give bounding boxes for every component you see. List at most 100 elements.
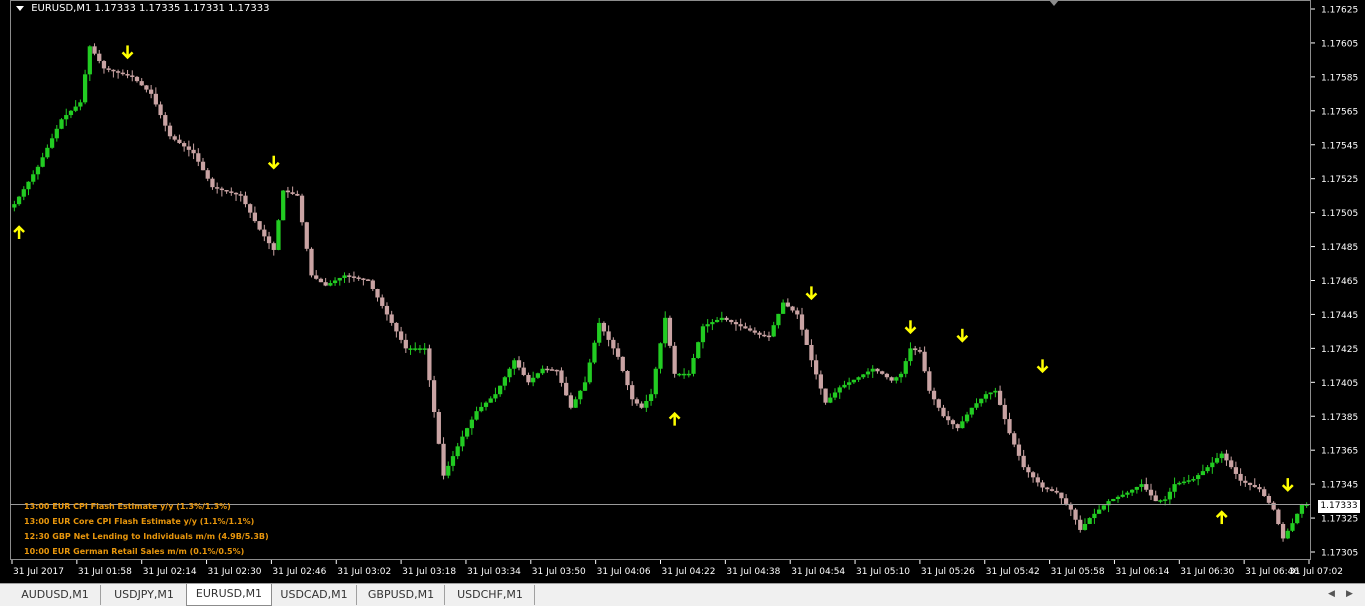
candle-body: [1063, 498, 1069, 504]
candle-body: [1200, 471, 1206, 476]
candle-body: [257, 221, 262, 230]
chart-window[interactable]: 1.17625 1.17605 1.17585 1.17565 1.17545 1.175…: [0, 0, 1365, 606]
tab-usdchf[interactable]: USDCHF,M1: [446, 585, 535, 605]
candle-body: [993, 390, 998, 393]
candle-body: [795, 310, 800, 315]
candle-body: [276, 220, 281, 250]
x-tick-label: 31 Jul 04:54: [791, 567, 845, 577]
y-tick-label: 1.17585: [1321, 73, 1358, 83]
candle-body: [781, 302, 786, 314]
candle-body: [49, 138, 55, 148]
candle-body: [1059, 492, 1064, 499]
candle-body: [144, 85, 149, 90]
candle-body: [823, 388, 828, 403]
candle-body: [365, 279, 371, 281]
candle-body: [724, 317, 729, 320]
candle-body: [431, 380, 437, 413]
candle-body: [318, 278, 324, 283]
candle-body: [578, 390, 583, 400]
candle-body: [611, 339, 616, 349]
candle-body: [757, 332, 762, 335]
candle-body: [243, 195, 248, 205]
candle-body: [658, 343, 663, 369]
candle-body: [328, 283, 333, 286]
candle-body: [210, 178, 215, 188]
candle-body: [309, 248, 314, 276]
candle-body: [115, 71, 121, 73]
candle-body: [573, 399, 578, 408]
candle-body: [186, 146, 191, 150]
candle-body: [733, 322, 739, 325]
candle-body: [1040, 482, 1045, 488]
dropdown-triangle-icon[interactable]: [16, 5, 24, 11]
candle-body: [427, 348, 432, 381]
tab-usdjpy[interactable]: USDJPY,M1: [102, 585, 187, 605]
candle-body: [931, 390, 937, 400]
candle-body: [818, 374, 823, 389]
tab-eurusd[interactable]: EURUSD,M1: [186, 584, 272, 606]
candle-body: [12, 204, 17, 208]
candle-body: [653, 368, 658, 395]
tab-usdcad[interactable]: USDCAD,M1: [272, 585, 357, 605]
candle-body: [861, 374, 866, 378]
candle-body: [705, 324, 710, 327]
candle-body: [1087, 518, 1092, 525]
candle-body: [894, 377, 899, 381]
candle-body: [1111, 498, 1116, 502]
candle-body: [92, 46, 97, 54]
candle-body: [59, 119, 64, 129]
candle-body: [917, 350, 923, 352]
candle-body: [582, 382, 588, 391]
candle-body: [153, 93, 158, 105]
scroll-left-icon[interactable]: ◀: [1328, 589, 1335, 599]
candle-body: [568, 395, 574, 408]
candle-body: [922, 351, 927, 372]
candle-body: [587, 362, 592, 383]
candle-body: [106, 68, 111, 70]
candle-body: [474, 411, 479, 420]
candle-body: [1148, 489, 1154, 496]
y-tick-label: 1.17405: [1321, 379, 1358, 389]
candle-body: [1054, 490, 1059, 493]
candle-body: [332, 280, 338, 284]
candle-body: [1299, 504, 1305, 514]
candle-body: [342, 275, 347, 278]
candle-body: [361, 278, 366, 280]
candle-body: [73, 106, 78, 111]
candle-body: [663, 317, 668, 344]
scroll-right-icon[interactable]: ▶: [1346, 589, 1353, 599]
candle-body: [851, 379, 856, 383]
candle-body: [182, 143, 187, 147]
candle-body: [271, 243, 276, 250]
candle-body: [983, 394, 989, 399]
y-tick-label: 1.17565: [1321, 107, 1358, 117]
candle-body: [979, 398, 984, 404]
candle-body: [1271, 502, 1276, 510]
candle-body: [672, 345, 677, 374]
price-chart[interactable]: 1.17625 1.17605 1.17585 1.17565 1.17545 1.175…: [0, 0, 1365, 583]
tab-gbpusd[interactable]: GBPUSD,M1: [358, 585, 445, 605]
candle-body: [1252, 484, 1257, 488]
candle-body: [337, 277, 342, 281]
candle-body: [1045, 487, 1050, 490]
candle-body: [380, 297, 385, 306]
candle-body: [1120, 494, 1125, 497]
candle-body: [78, 102, 83, 107]
candle-body: [521, 367, 526, 375]
x-tick-label: 31 Jul 05:58: [1051, 567, 1105, 577]
candle-body: [1101, 505, 1106, 510]
candle-body: [1247, 482, 1253, 485]
y-tick-label: 1.17505: [1321, 209, 1358, 219]
tab-audusd[interactable]: AUDUSD,M1: [10, 585, 101, 605]
candle-body: [710, 322, 715, 325]
candle-body: [483, 402, 489, 407]
candle-body: [549, 369, 555, 371]
candle-body: [870, 368, 875, 372]
candle-body: [681, 373, 687, 376]
candle-body: [1026, 467, 1031, 473]
candle-body: [167, 125, 173, 137]
candle-body: [884, 373, 890, 378]
candle-body: [408, 348, 413, 350]
candle-body: [634, 399, 640, 404]
candle-body: [1115, 496, 1121, 499]
